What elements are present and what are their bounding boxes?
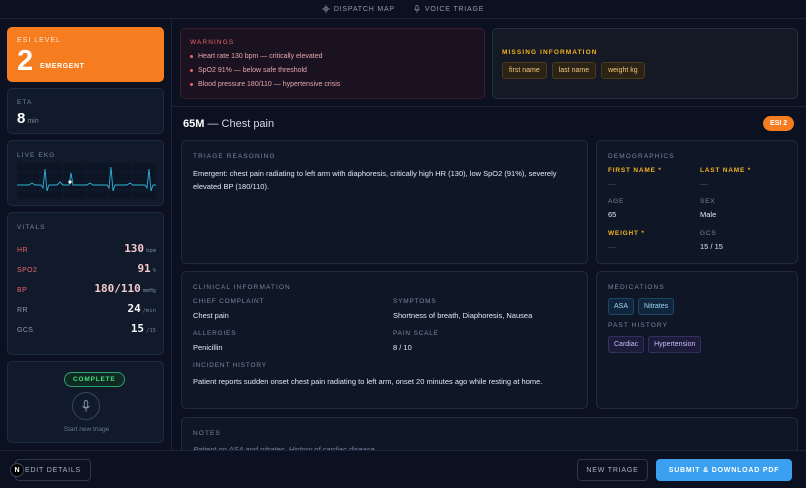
vital-label: HR xyxy=(17,247,28,254)
sex-field[interactable]: SEX Male xyxy=(700,198,716,219)
voice-triage-card: COMPLETE Start new triage xyxy=(7,361,164,443)
vital-label: SPO2 xyxy=(17,267,38,274)
status-badge: COMPLETE xyxy=(64,372,125,387)
esi-level-card: ESI LEVEL 2 EMERGENT xyxy=(7,27,164,82)
header-divider xyxy=(172,106,806,107)
history-tag[interactable]: Cardiac xyxy=(608,336,645,353)
vital-value: 130 bpm xyxy=(124,242,156,255)
chief-complaint-field[interactable]: CHIEF COMPLAINT Chest pain xyxy=(193,298,264,320)
submit-download-pdf-button[interactable]: SUBMIT & DOWNLOAD PDF xyxy=(656,459,792,481)
eta-value: 8 min xyxy=(17,110,39,127)
edit-details-button[interactable]: EDIT DETAILS xyxy=(15,459,91,481)
vital-value: 91% xyxy=(137,262,156,275)
bullet-icon xyxy=(190,83,193,86)
patient-summary: 65M — Chest pain xyxy=(183,118,275,130)
medications-panel: MEDICATIONS ASA Nitrates PAST HISTORY Ca… xyxy=(596,271,798,409)
past-history-label: PAST HISTORY xyxy=(608,322,669,329)
vital-row-rr: RR 24/min xyxy=(17,302,156,316)
notes-label: NOTES xyxy=(193,430,221,437)
nav-voice-triage-label: VOICE TRIAGE xyxy=(424,5,485,13)
crosshair-icon xyxy=(321,5,330,13)
microphone-icon xyxy=(414,5,420,13)
symptoms-field[interactable]: SYMPTOMS Shortness of breath, Diaphoresi… xyxy=(393,298,532,320)
vital-row-spo2: SPO2 91% xyxy=(17,262,156,276)
top-nav: DISPATCH MAP VOICE TRIAGE xyxy=(0,0,806,19)
column-divider xyxy=(171,20,172,450)
pain-scale-field[interactable]: PAIN SCALE 8 / 10 xyxy=(393,330,439,352)
warning-item: Blood pressure 180/110 — hypertensive cr… xyxy=(190,81,340,88)
eta-label: ETA xyxy=(17,99,33,106)
clinical-info-panel: CLINICAL INFORMATION CHIEF COMPLAINT Che… xyxy=(181,271,588,409)
medication-tag[interactable]: Nitrates xyxy=(638,298,675,315)
live-ekg-card: LIVE EKG xyxy=(7,140,164,206)
app-logo-icon[interactable]: N xyxy=(10,463,24,477)
medications-label: MEDICATIONS xyxy=(608,284,665,291)
esi-level-label: ESI LEVEL xyxy=(17,37,62,44)
eta-card: ETA 8 min xyxy=(7,88,164,134)
vital-value: 24/min xyxy=(127,302,157,315)
weight-field[interactable]: WEIGHT * — xyxy=(608,230,645,251)
bullet-icon xyxy=(190,55,193,58)
missing-tag-first-name[interactable]: first name xyxy=(502,62,547,79)
missing-tag-weight[interactable]: weight kg xyxy=(601,62,645,79)
esi-badge: ESI 2 xyxy=(763,116,795,131)
warning-item: SpO2 91% — below safe threshold xyxy=(190,67,307,74)
vital-value: 15/15 xyxy=(130,322,156,335)
warnings-card: WARNINGS Heart rate 130 bpm — critically… xyxy=(180,28,485,99)
new-triage-button[interactable]: NEW TRIAGE xyxy=(577,459,648,481)
missing-tag-last-name[interactable]: last name xyxy=(551,62,597,79)
vital-label: BP xyxy=(17,287,28,294)
demographics-panel: DEMOGRAPHICS FIRST NAME * — LAST NAME * … xyxy=(596,140,798,264)
past-history-tags: Cardiac Hypertension xyxy=(608,336,702,353)
clinical-info-label: CLINICAL INFORMATION xyxy=(193,284,291,291)
start-triage-hint: Start new triage xyxy=(63,426,110,433)
missing-info-card: MISSING INFORMATION first name last name… xyxy=(492,28,798,99)
live-ekg-label: LIVE EKG xyxy=(17,152,56,159)
vital-label: RR xyxy=(17,307,28,314)
nav-voice-triage[interactable]: VOICE TRIAGE xyxy=(413,5,484,13)
ekg-cursor xyxy=(68,180,72,184)
vital-row-hr: HR 130 bpm xyxy=(17,242,156,256)
gcs-field[interactable]: GCS 15 / 15 xyxy=(700,230,723,251)
vitals-card: VITALS HR 130 bpm SPO2 91% BP 180/110 mmHg… xyxy=(7,212,164,355)
medication-tags: ASA Nitrates xyxy=(608,298,675,315)
demographics-label: DEMOGRAPHICS xyxy=(608,153,675,160)
missing-info-label: MISSING INFORMATION xyxy=(502,49,598,56)
last-name-field[interactable]: LAST NAME * — xyxy=(700,167,751,188)
esi-level-number: 2 xyxy=(17,45,34,77)
microphone-icon xyxy=(82,400,90,412)
history-tag[interactable]: Hypertension xyxy=(648,336,702,353)
triage-reasoning-text: Emergent: chest pain radiating to left a… xyxy=(193,169,557,191)
missing-info-tags: first name last name weight kg xyxy=(502,62,645,79)
triage-reasoning-panel: TRIAGE REASONING Emergent: chest pain ra… xyxy=(181,140,588,264)
esi-level-word: EMERGENT xyxy=(40,63,85,70)
ekg-waveform xyxy=(17,163,156,199)
vital-row-gcs: GCS 15/15 xyxy=(17,322,156,336)
vital-row-bp: BP 180/110 mmHg xyxy=(17,282,156,296)
vital-value: 180/110 mmHg xyxy=(94,282,156,295)
warning-item: Heart rate 130 bpm — critically elevated xyxy=(190,53,323,60)
action-bar: EDIT DETAILS NEW TRIAGE SUBMIT & DOWNLOA… xyxy=(0,450,806,488)
start-triage-mic-button[interactable] xyxy=(72,392,100,420)
age-field[interactable]: AGE 65 xyxy=(608,198,624,219)
first-name-field[interactable]: FIRST NAME * — xyxy=(608,167,662,188)
vitals-label: VITALS xyxy=(17,224,46,231)
medication-tag[interactable]: ASA xyxy=(608,298,635,315)
warnings-label: WARNINGS xyxy=(190,39,235,46)
nav-dispatch-map-label: DISPATCH MAP xyxy=(333,5,395,13)
incident-history-field[interactable]: INCIDENT HISTORY Patient reports sudden … xyxy=(193,362,578,388)
nav-dispatch-map[interactable]: DISPATCH MAP xyxy=(321,5,395,13)
triage-reasoning-label: TRIAGE REASONING xyxy=(193,153,276,160)
bullet-icon xyxy=(190,69,193,72)
allergies-field[interactable]: ALLERGIES Penicillin xyxy=(193,330,236,352)
vital-label: GCS xyxy=(17,327,34,334)
